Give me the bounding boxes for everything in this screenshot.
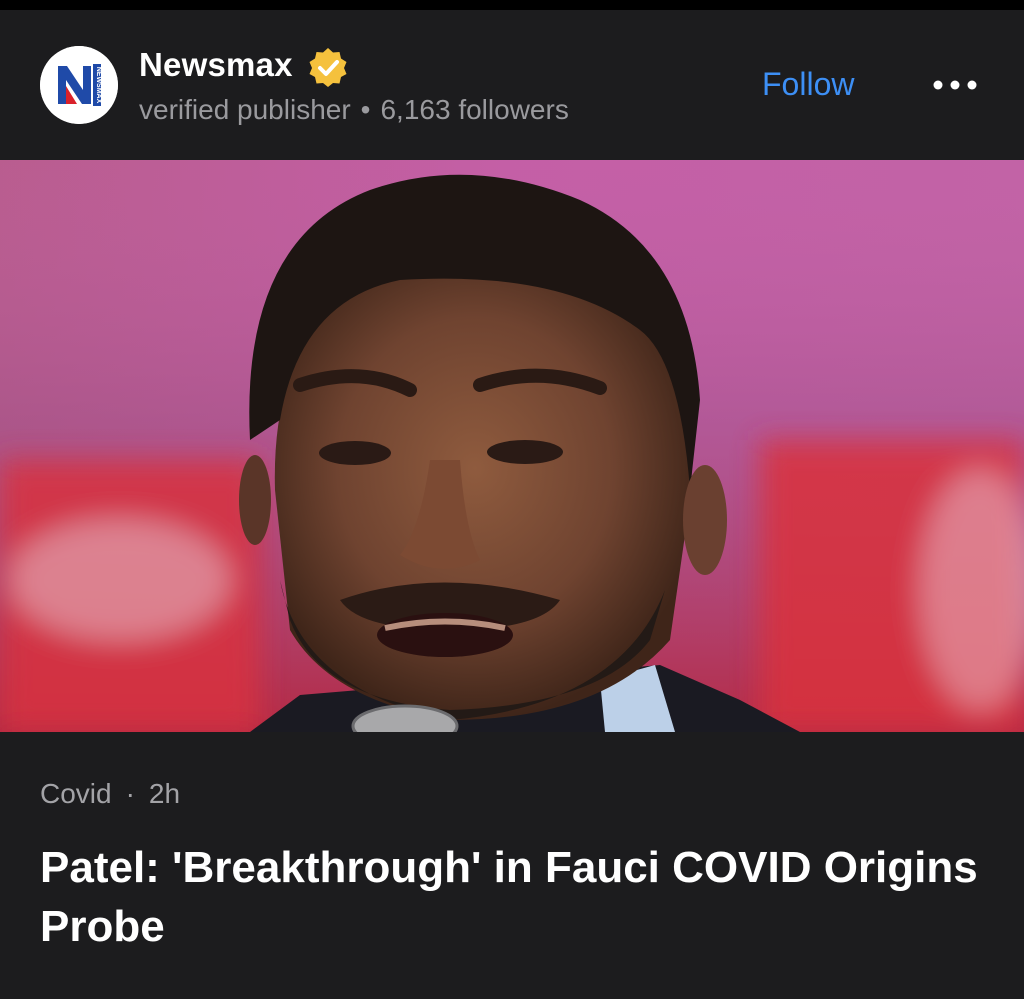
separator-dot: •: [360, 94, 371, 125]
publisher-name[interactable]: Newsmax: [139, 46, 293, 84]
article-headline[interactable]: Patel: 'Breakthrough' in Fauci COVID Ori…: [40, 838, 980, 956]
follow-button[interactable]: Follow: [762, 66, 854, 103]
publisher-header: NEWSMAX Newsmax verified publisher • 6,163…: [0, 10, 1024, 160]
status-bar-strip: [0, 0, 1024, 10]
article-photo: [0, 160, 1024, 732]
follower-count: 6,163 followers: [380, 94, 569, 125]
publisher-meta: verified publisher • 6,163 followers: [139, 94, 569, 126]
feed-card: NEWSMAX Newsmax verified publisher • 6,163…: [0, 0, 1024, 999]
hero-image[interactable]: [0, 160, 1024, 732]
article-meta: Covid · 2h: [40, 778, 180, 810]
article-category[interactable]: Covid: [40, 778, 112, 809]
publisher-avatar[interactable]: NEWSMAX: [40, 46, 118, 124]
more-options-icon[interactable]: [930, 70, 980, 100]
newsmax-logo-icon: NEWSMAX: [40, 46, 118, 124]
separator-dot: ·: [125, 778, 135, 809]
article-age: 2h: [148, 778, 181, 809]
verified-check-icon: [309, 48, 347, 87]
publisher-status: verified publisher: [139, 94, 351, 125]
logo-wordmark: NEWSMAX: [95, 67, 102, 104]
